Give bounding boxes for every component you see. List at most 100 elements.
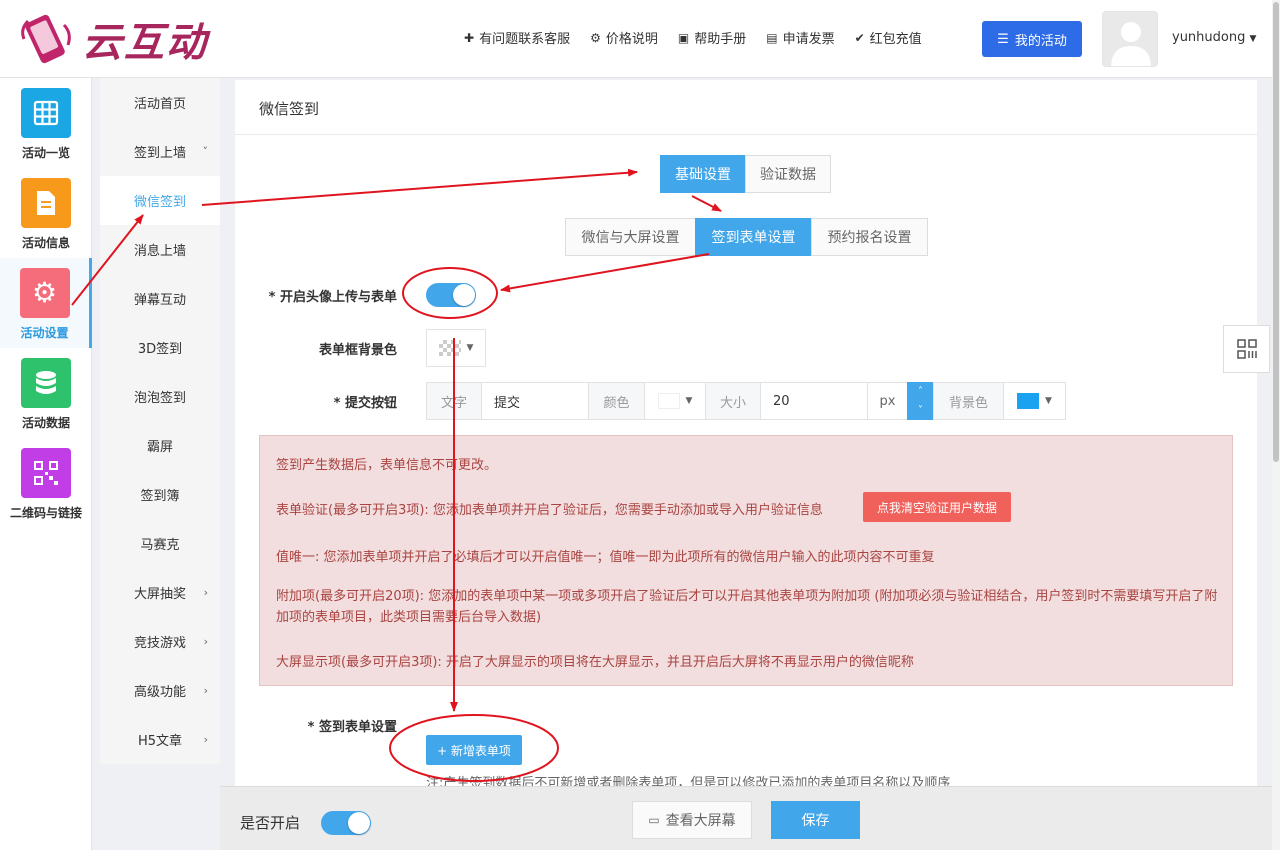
gear-icon: ⚙ (19, 268, 70, 318)
tab-signin-form[interactable]: 签到表单设置 (695, 218, 812, 256)
qrcode-icon (21, 448, 71, 498)
submit-button-label: * 提交按钮 (333, 396, 397, 411)
add-form-item-button[interactable]: + 新增表单项 (426, 735, 522, 765)
iconbar-label: 活动设置 (20, 326, 69, 340)
submenu-label: H5文章 (137, 734, 183, 749)
submenu-item[interactable]: 签到上墙 ˅ (100, 127, 220, 176)
color-addon: 颜色 (588, 382, 645, 420)
nav-redpacket[interactable]: ✔ 红包充值 (855, 28, 922, 48)
submenu-item[interactable]: H5文章 › (100, 715, 220, 764)
list-icon: ☰ (997, 31, 1009, 47)
logo[interactable]: 云互动 (18, 10, 208, 68)
submenu-item[interactable]: 马赛克 (100, 519, 220, 568)
submenu-label: 马赛克 (140, 538, 180, 553)
view-screen-button[interactable]: ▭ 查看大屏幕 (632, 801, 752, 839)
chevron-right-icon: › (203, 635, 208, 648)
form-bg-color-picker[interactable]: ▼ (426, 329, 486, 367)
toggle-knob (453, 284, 475, 306)
printer-icon: ▤ (766, 30, 778, 45)
submenu-item[interactable]: 竞技游戏 › (100, 617, 220, 666)
my-activity-label: 我的活动 (1014, 33, 1067, 49)
submenu-item[interactable]: 消息上墙 (100, 225, 220, 274)
tab-reservation[interactable]: 预约报名设置 (811, 218, 928, 256)
tab-verify-data[interactable]: 验证数据 (745, 155, 831, 193)
submenu-item[interactable]: 活动首页 (100, 78, 220, 127)
page-title: 微信签到 (259, 100, 320, 118)
my-activity-button[interactable]: ☰ 我的活动 (982, 21, 1082, 57)
submenu-label: 弹幕互动 (133, 293, 186, 308)
bottom-bar: 是否开启 ▭ 查看大屏幕 保存 (220, 786, 1272, 850)
submenu-label: 大屏抽奖 (133, 587, 186, 602)
submenu-item[interactable]: 泡泡签到 (100, 372, 220, 421)
nav-help[interactable]: ▣ 帮助手册 (677, 28, 747, 48)
iconbar-item-info[interactable]: 活动信息 (0, 168, 92, 258)
submenu-item-active[interactable]: 微信签到 (100, 176, 220, 225)
submenu-label: 签到上墙 (133, 146, 186, 161)
submit-color-picker[interactable]: ▼ (644, 382, 706, 420)
avatar-upload-label: * 开启头像上传与表单 (268, 290, 397, 305)
toggle-knob (348, 812, 370, 834)
submenu-item[interactable]: 签到簿 (100, 470, 220, 519)
chevron-right-icon: › (203, 684, 208, 697)
signin-form-label: * 签到表单设置 (307, 720, 397, 735)
tab-wechat-screen[interactable]: 微信与大屏设置 (565, 218, 696, 256)
clear-verify-data-button[interactable]: 点我清空验证用户数据 (863, 492, 1011, 522)
submenu-item[interactable]: 弹幕互动 (100, 274, 220, 323)
submit-text-input[interactable]: 提交 (481, 382, 589, 420)
chevron-right-icon: › (203, 733, 208, 746)
top-nav: ✚ 有问题联系客服 ⚙ 价格说明 ▣ 帮助手册 ▤ 申请发票 ✔ 红包充值 (464, 28, 942, 48)
alert-line: 大屏显示项(最多可开启3项): 开启了大屏显示的项目将在大屏显示，并且开启后大屏… (276, 655, 914, 670)
document-icon (21, 178, 71, 228)
book-icon: ▣ (677, 30, 690, 45)
nav-label: 价格说明 (605, 32, 658, 47)
scrollbar-thumb[interactable] (1273, 2, 1279, 462)
submenu-label: 签到簿 (140, 489, 180, 504)
alert-line: 表单验证(最多可开启3项): 您添加表单项并开启了验证后，您需要手动添加或导入用… (276, 503, 823, 518)
nav-pricing[interactable]: ⚙ 价格说明 (590, 28, 658, 48)
chevron-down-icon[interactable]: ˅ (918, 405, 923, 416)
chevron-up-icon[interactable]: ˄ (918, 386, 923, 397)
iconbar-item-data[interactable]: 活动数据 (0, 348, 92, 438)
submenu-item[interactable]: 大屏抽奖 › (100, 568, 220, 617)
nav-invoice[interactable]: ▤ 申请发票 (766, 28, 834, 48)
user-silhouette-icon (1111, 22, 1151, 66)
enable-label: 是否开启 (240, 814, 301, 832)
size-stepper[interactable]: ˄ ˅ (907, 382, 934, 420)
iconbar-item-qrcode[interactable]: 二维码与链接 (0, 438, 92, 528)
qrcode-icon (1236, 339, 1257, 359)
submenu-item[interactable]: 霸屏 (100, 421, 220, 470)
nav-customer-service[interactable]: ✚ 有问题联系客服 (464, 28, 570, 48)
grid-icon (21, 88, 71, 138)
save-button[interactable]: 保存 (771, 801, 860, 839)
nav-label: 帮助手册 (694, 32, 747, 47)
chevron-down-icon: ˅ (202, 145, 209, 158)
alert-line: 附加项(最多可开启20项): 您添加的表单项中某一项或多项开启了验证后才可以开启… (276, 589, 1218, 625)
submit-bg-color-picker[interactable]: ▼ (1003, 382, 1066, 420)
submenu-label: 3D签到 (137, 342, 183, 357)
alert-line: 值唯一: 您添加表单项并开启了必填后才可以开启值唯一；值唯一即为此项所有的微信用… (276, 550, 935, 565)
laptop-icon: ▭ (648, 813, 660, 827)
view-screen-label: 查看大屏幕 (665, 813, 736, 829)
form-bg-label: 表单框背景色 (318, 343, 397, 358)
username: yunhudong (1172, 30, 1246, 45)
user-menu[interactable]: yunhudong ▼ (1172, 30, 1256, 45)
database-icon (21, 358, 71, 408)
logo-text: 云互动 (82, 20, 208, 66)
avatar[interactable] (1102, 11, 1158, 67)
tab-basic-settings[interactable]: 基础设置 (660, 155, 746, 193)
submenu-item[interactable]: 高级功能 › (100, 666, 220, 715)
iconbar-item-settings[interactable]: ⚙ 活动设置 (0, 258, 92, 348)
icon-sidebar: 活动一览 活动信息 ⚙ 活动设置 活动数据 二维码与链接 (0, 78, 92, 850)
size-input[interactable]: 20 (760, 382, 868, 420)
warning-alert: 签到产生数据后，表单信息不可更改。 表单验证(最多可开启3项): 您添加表单项并… (259, 435, 1233, 686)
enable-toggle[interactable] (321, 811, 371, 835)
qrcode-float-button[interactable] (1223, 325, 1270, 373)
iconbar-item-overview[interactable]: 活动一览 (0, 78, 92, 168)
submenu-item[interactable]: 3D签到 (100, 323, 220, 372)
sub-menu: 活动首页 签到上墙 ˅ 微信签到 消息上墙 弹幕互动 3D签到 泡泡签到 霸屏 签… (100, 78, 220, 764)
avatar-upload-toggle[interactable] (426, 283, 476, 307)
gear-icon: ⚙ (590, 30, 601, 45)
white-swatch (657, 393, 680, 409)
caret-down-icon: ▼ (1249, 34, 1257, 44)
caret-down-icon: ▼ (1045, 396, 1052, 406)
